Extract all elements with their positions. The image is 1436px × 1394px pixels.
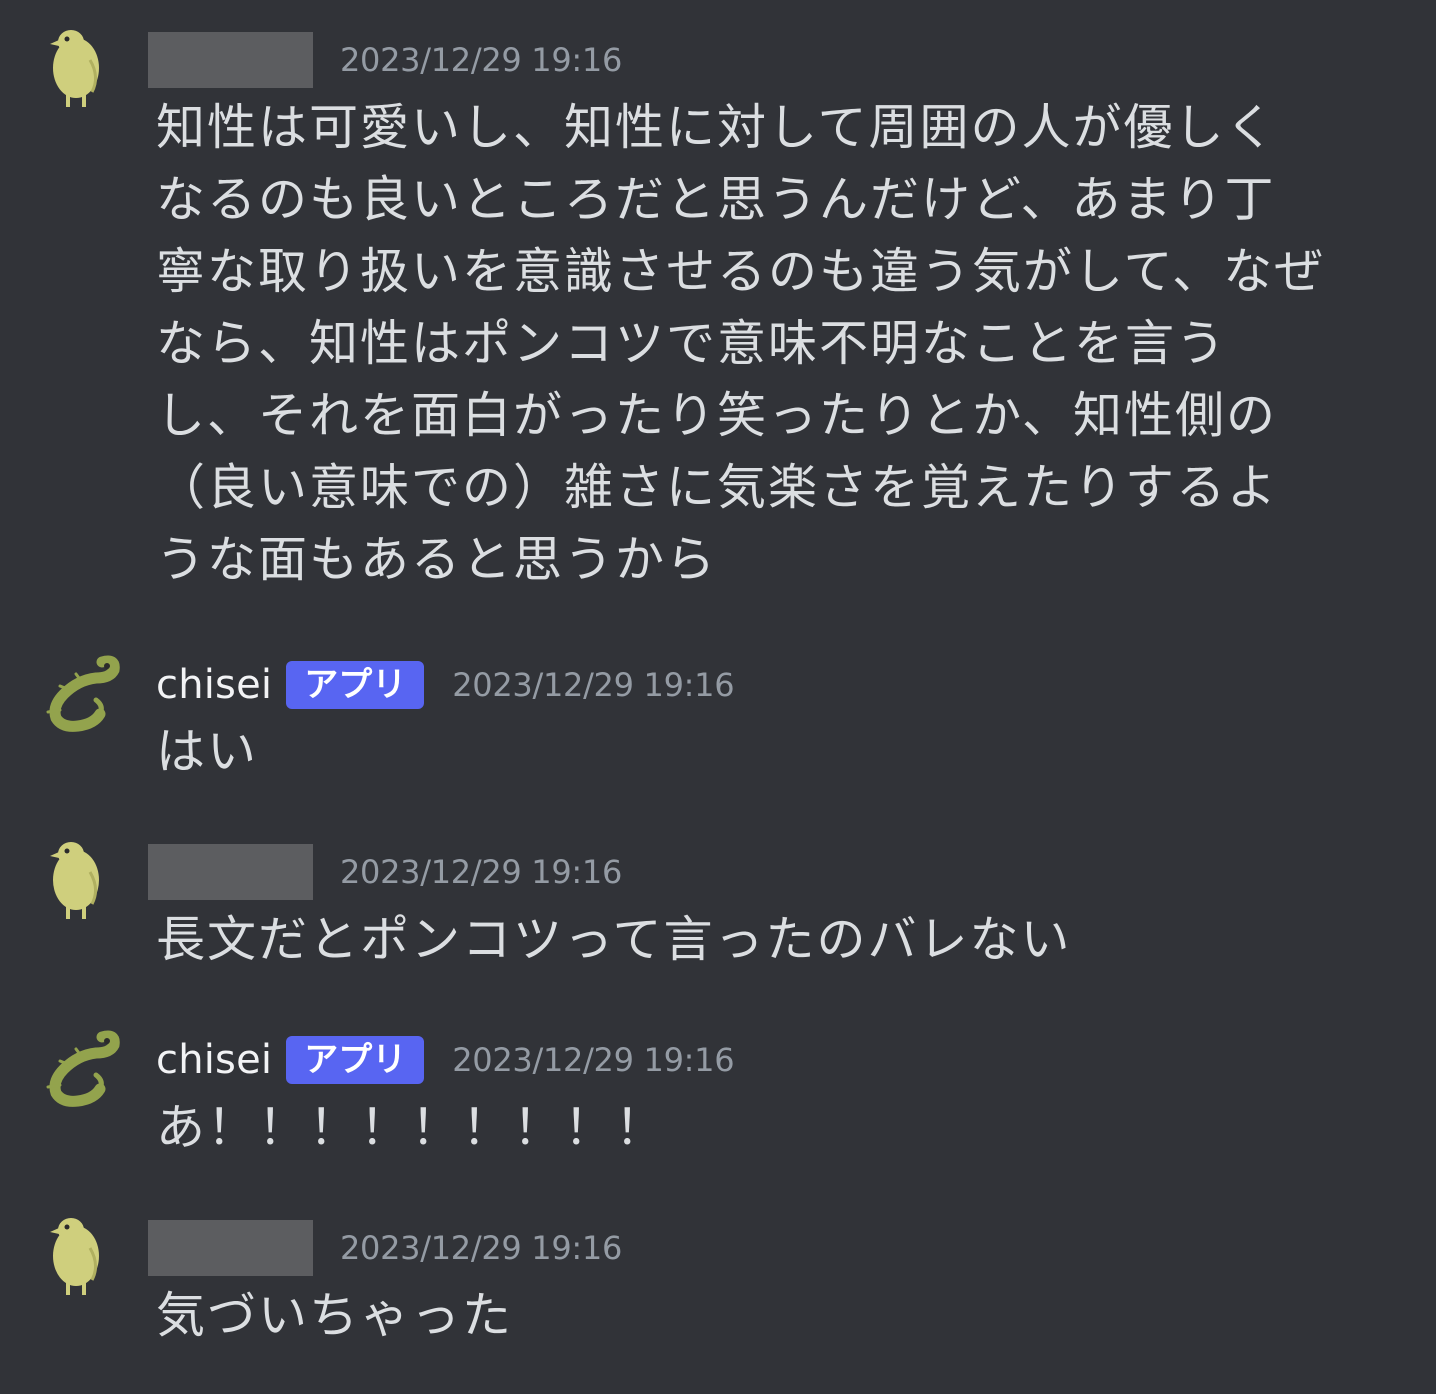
redacted-username xyxy=(148,1220,313,1276)
username[interactable]: chisei xyxy=(156,662,272,708)
message-content: 長文だとポンコツって言ったのバレない xyxy=(156,911,1072,968)
message-content: はい xyxy=(156,723,259,780)
timestamp[interactable]: 2023/12/29 19:16 xyxy=(340,853,622,891)
avatar[interactable] xyxy=(30,22,120,112)
timestamp[interactable]: 2023/12/29 19:16 xyxy=(340,1229,622,1267)
timestamp[interactable]: 2023/12/29 19:16 xyxy=(452,666,734,704)
app-badge: アプリ xyxy=(286,661,425,709)
message-header: chisei アプリ 2023/12/29 19:16 xyxy=(156,1030,735,1090)
avatar[interactable] xyxy=(30,1210,120,1300)
message-header: 2023/12/29 19:16 xyxy=(148,1218,622,1278)
green-lizard-icon xyxy=(46,655,120,732)
yellow-bird-icon xyxy=(50,1218,99,1295)
avatar[interactable] xyxy=(30,1023,120,1113)
timestamp[interactable]: 2023/12/29 19:16 xyxy=(452,1041,734,1079)
username[interactable]: chisei xyxy=(156,1037,272,1083)
redacted-username xyxy=(148,844,313,900)
message-content: 気づいちゃった xyxy=(156,1287,514,1344)
yellow-bird-icon xyxy=(50,842,99,919)
green-lizard-icon xyxy=(46,1030,120,1107)
message-header: chisei アプリ 2023/12/29 19:16 xyxy=(156,655,735,715)
redacted-username xyxy=(148,32,313,88)
timestamp[interactable]: 2023/12/29 19:16 xyxy=(340,41,622,79)
yellow-bird-icon xyxy=(50,30,99,107)
app-badge: アプリ xyxy=(286,1036,425,1084)
message-header: 2023/12/29 19:16 xyxy=(148,30,622,90)
message-content: あ！！！！！！！！！ xyxy=(156,1099,667,1156)
avatar[interactable] xyxy=(30,834,120,924)
message-content: 知性は可愛いし、知性に対して周囲の人が優しくなるのも良いところだと思うんだけど、… xyxy=(156,99,1326,588)
message-header: 2023/12/29 19:16 xyxy=(148,842,622,902)
avatar[interactable] xyxy=(30,648,120,738)
